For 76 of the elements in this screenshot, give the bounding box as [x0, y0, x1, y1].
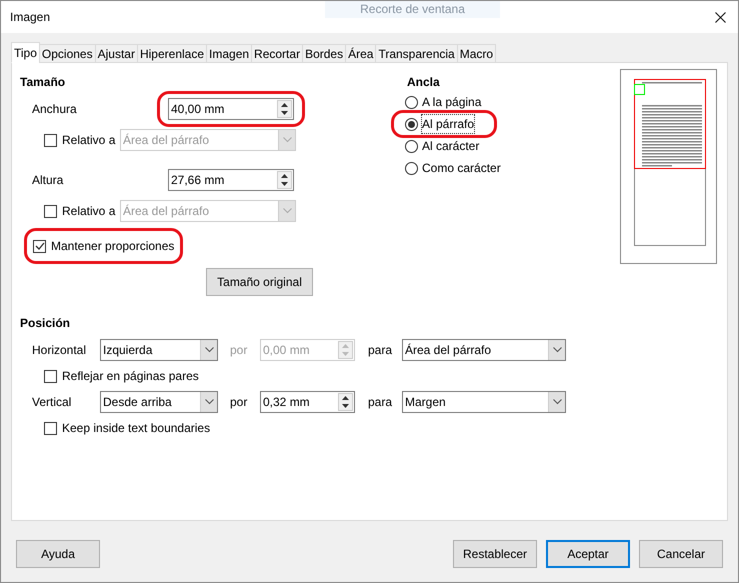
- radio-label: Al párrafo: [422, 115, 474, 133]
- tab[interactable]: Ajustar: [94, 44, 138, 63]
- checkbox[interactable]: [44, 422, 57, 434]
- radio-button[interactable]: [405, 140, 418, 152]
- field-label: Vertical: [32, 394, 72, 411]
- field-label: Altura: [32, 172, 64, 189]
- radio-option[interactable]: Al párrafo: [405, 113, 474, 135]
- checkbox-label: Reflejar en páginas pares: [62, 368, 199, 385]
- radio-button[interactable]: [405, 162, 418, 174]
- chevron-down-icon: [200, 392, 217, 412]
- radio-option[interactable]: Al carácter: [405, 135, 480, 157]
- window-title: Imagen: [10, 9, 50, 26]
- original-size-button[interactable]: Tamaño original: [206, 268, 313, 296]
- dropdown-value: Área del párrafo: [122, 132, 210, 149]
- radio-label: Al carácter: [422, 138, 480, 155]
- radio-label: Como carácter: [422, 160, 501, 177]
- spin-field[interactable]: 40,00 mm: [168, 98, 294, 120]
- spin-value: 27,66 mm: [170, 172, 226, 189]
- close-icon[interactable]: [715, 12, 726, 22]
- dialog-button[interactable]: Restablecer: [453, 540, 537, 568]
- dropdown[interactable]: Área del párrafo: [402, 339, 566, 361]
- spin-field[interactable]: 0,32 mm: [260, 391, 355, 413]
- radio-option[interactable]: A la página: [405, 91, 482, 113]
- checkmark-icon: [34, 241, 44, 251]
- spin-value: 0,00 mm: [262, 342, 311, 359]
- field-label: Anchura: [32, 101, 78, 118]
- field-label: por: [230, 394, 248, 411]
- checkbox-row[interactable]: Mantener proporciones: [33, 237, 174, 255]
- radio-option[interactable]: Como carácter: [405, 157, 501, 179]
- dropdown[interactable]: Margen: [402, 391, 566, 413]
- chevron-down-icon: [200, 340, 217, 360]
- dropdown-value: Margen: [404, 394, 447, 411]
- chevron-down-icon: [278, 201, 295, 221]
- field-label: por: [230, 342, 248, 359]
- checkbox-label: Keep inside text boundaries: [62, 420, 210, 437]
- field-label: para: [368, 342, 394, 359]
- spinner-arrows-icon[interactable]: [277, 100, 292, 118]
- section-heading: Tamaño: [20, 74, 66, 91]
- chevron-down-icon: [278, 130, 295, 150]
- radio-button[interactable]: [405, 118, 418, 130]
- chevron-down-icon: [548, 340, 565, 360]
- checkbox-label: Mantener proporciones: [51, 238, 174, 255]
- checkbox-row[interactable]: Reflejar en páginas pares: [44, 367, 199, 385]
- field-label: Horizontal: [32, 342, 88, 359]
- checkbox-label: Relativo a: [62, 132, 116, 149]
- tab[interactable]: Macro: [456, 44, 496, 63]
- radio-button[interactable]: [405, 96, 418, 108]
- tab[interactable]: Tipo: [11, 42, 40, 63]
- field-label: para: [368, 394, 394, 411]
- dialog-button[interactable]: Cancelar: [639, 540, 723, 568]
- section-heading: Posición: [20, 315, 72, 332]
- dropdown[interactable]: Izquierda: [100, 339, 218, 361]
- tab[interactable]: Opciones: [38, 44, 96, 63]
- tab[interactable]: Imagen: [206, 44, 252, 63]
- tab[interactable]: Transparencia: [375, 44, 458, 63]
- checkbox-label: Relativo a: [62, 203, 116, 220]
- dialog-button[interactable]: Aceptar: [546, 540, 630, 568]
- spinner-arrows-icon[interactable]: [338, 393, 353, 411]
- dropdown-value: Izquierda: [102, 342, 154, 359]
- dropdown-value: Área del párrafo: [404, 342, 492, 359]
- tab[interactable]: Hiperenlace: [136, 44, 208, 63]
- dropdown-value: Desde arriba: [102, 394, 173, 411]
- snip-toolbar-label: Recorte de ventana: [325, 1, 500, 18]
- dialog-button[interactable]: Ayuda: [16, 540, 100, 568]
- dropdown[interactable]: Desde arriba: [100, 391, 218, 413]
- spin-field[interactable]: 27,66 mm: [168, 169, 294, 191]
- checkbox-row[interactable]: Keep inside text boundaries: [44, 419, 210, 437]
- section-heading: Ancla: [407, 74, 441, 91]
- spinner-arrows-icon[interactable]: [277, 171, 292, 189]
- radio-label: A la página: [422, 94, 482, 111]
- spin-value: 0,32 mm: [262, 394, 311, 411]
- checkbox[interactable]: [33, 240, 46, 252]
- dropdown-value: Área del párrafo: [122, 203, 210, 220]
- checkbox[interactable]: [44, 370, 57, 382]
- spin-value: 40,00 mm: [170, 101, 226, 118]
- chevron-down-icon: [548, 392, 565, 412]
